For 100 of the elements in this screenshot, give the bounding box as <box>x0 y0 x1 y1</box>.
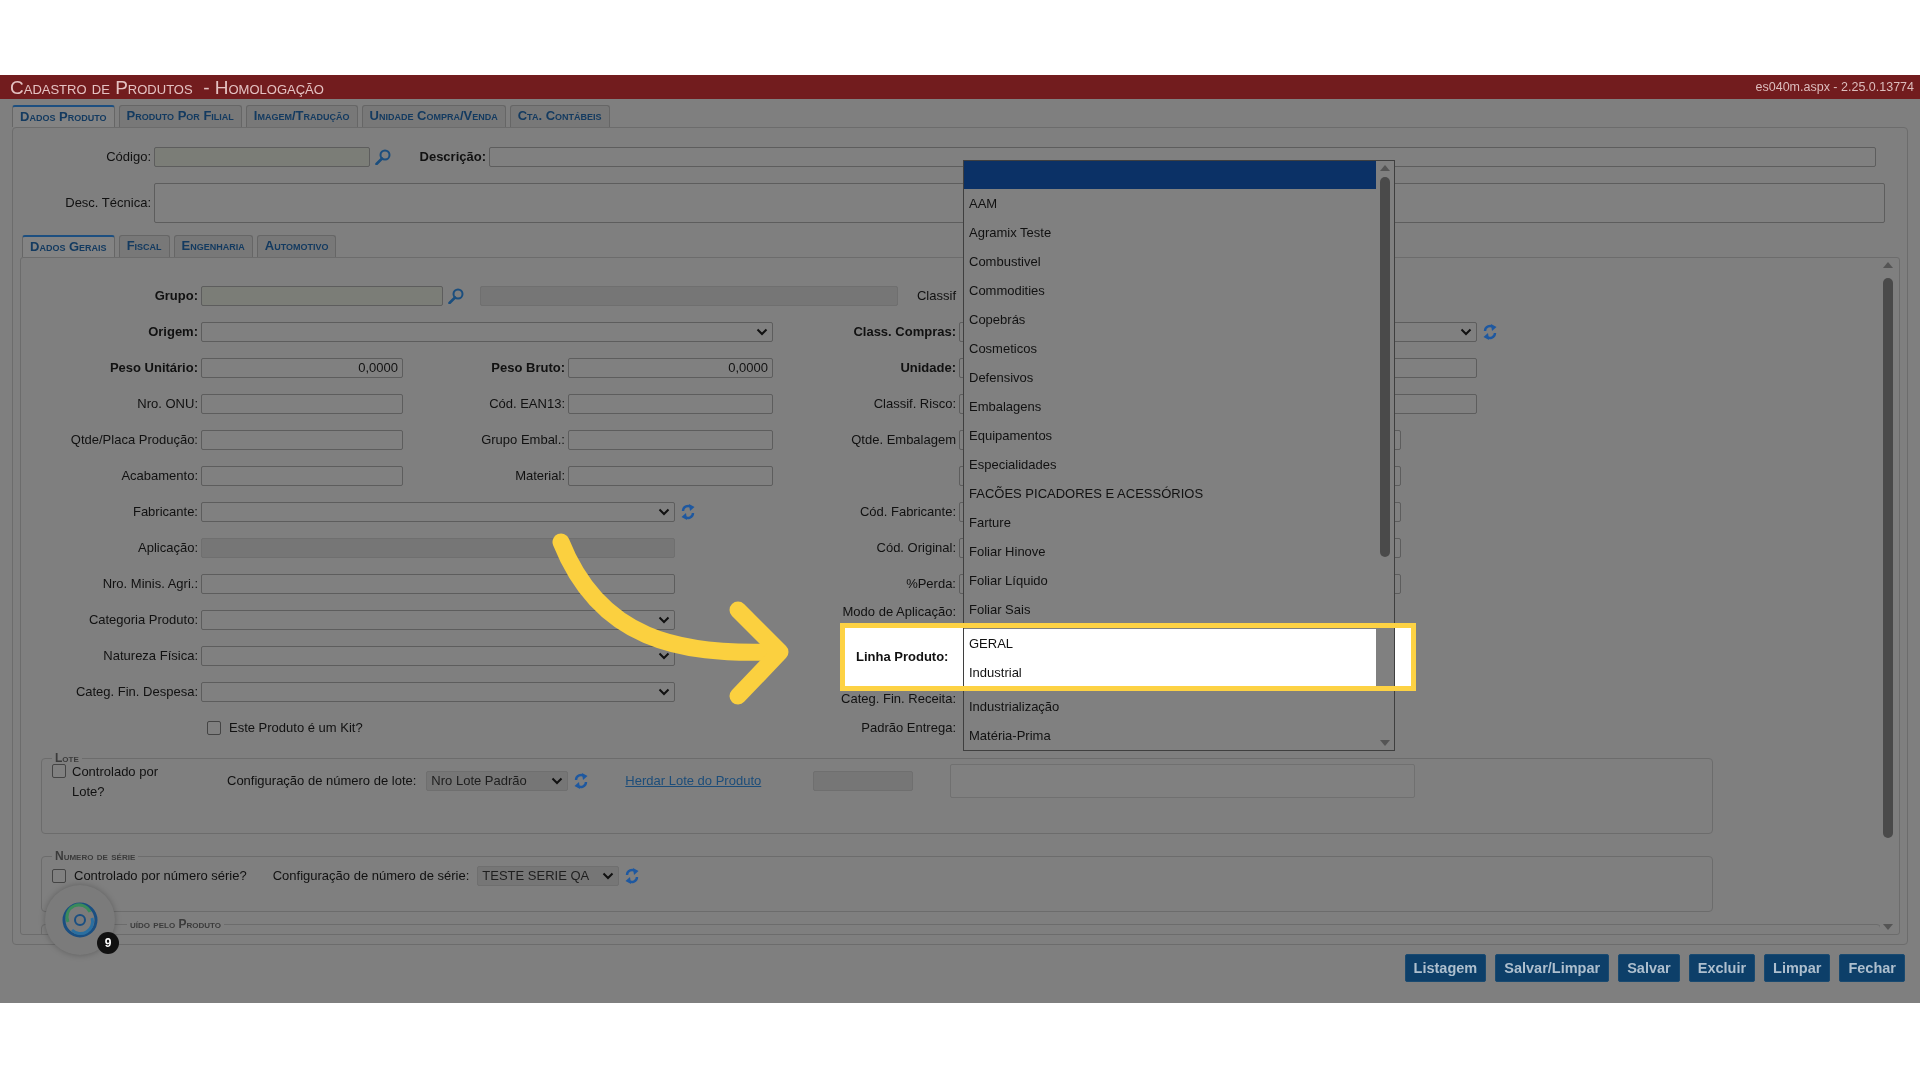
field-label: Class. Compras: <box>852 323 957 342</box>
dropdown-option[interactable]: GERAL <box>964 629 1376 658</box>
input-field[interactable] <box>201 394 403 414</box>
refresh-icon[interactable] <box>625 867 640 885</box>
checkbox[interactable] <box>52 869 66 883</box>
field-label: Categ. Fin. Despesa: <box>74 683 199 702</box>
select-field: Nro Lote Padrão <box>426 771 569 791</box>
action-button[interactable]: Listagem <box>1404 954 1487 982</box>
dropdown-option[interactable]: Industrial <box>964 658 1376 687</box>
dropdown-option[interactable]: Commodities <box>964 276 1376 305</box>
input-field[interactable] <box>201 574 675 594</box>
dropdown-option[interactable]: Foliar Sais <box>964 595 1376 624</box>
input-field[interactable]: 0,0000 <box>568 358 773 378</box>
section-title: Lote <box>54 752 80 764</box>
action-button[interactable]: Fechar <box>1839 954 1905 982</box>
chevron-icon <box>658 652 670 660</box>
tab[interactable]: Dados Gerais <box>22 235 115 257</box>
tab[interactable]: Engenharia <box>173 235 253 257</box>
input-field[interactable] <box>568 430 773 450</box>
refresh-icon[interactable] <box>574 772 589 790</box>
select-field[interactable] <box>201 646 675 666</box>
select-field: TESTE SERIE QA <box>477 866 620 886</box>
field-label: Nro. Minis. Agri.: <box>101 575 199 594</box>
field-label: Configuração de número de série: <box>272 867 470 886</box>
dropdown-option[interactable]: Copebrás <box>964 305 1376 334</box>
field-label: Peso Bruto: <box>490 359 566 378</box>
chevron-icon <box>551 777 564 785</box>
checkbox-label: Este Produto é um Kit? <box>229 719 363 738</box>
field-label: Natureza Física: <box>102 647 199 666</box>
input-field[interactable] <box>201 466 403 486</box>
select-field[interactable] <box>201 682 675 702</box>
field-label: Padrão Entrega: <box>860 719 957 738</box>
swirl-logo-icon <box>60 900 100 940</box>
input-field[interactable] <box>201 286 443 306</box>
action-button[interactable]: Limpar <box>1764 954 1831 982</box>
dropdown-option[interactable]: Cosmeticos <box>964 334 1376 363</box>
field-label: Classif. Risco: <box>872 395 957 414</box>
field-label: Origem: <box>147 323 199 342</box>
refresh-icon[interactable] <box>1483 323 1497 341</box>
field-label: Categ. Fin. Receita: <box>840 689 957 708</box>
dropdown-option[interactable]: Foliar Hinove <box>964 537 1376 566</box>
chevron-icon <box>658 508 670 516</box>
tab[interactable]: Fiscal <box>118 235 170 257</box>
input-field[interactable]: 0,0000 <box>201 358 403 378</box>
dropdown-option[interactable]: Combustivel <box>964 247 1376 276</box>
tab[interactable]: Produto Por Filial <box>118 105 242 127</box>
action-button[interactable]: Salvar/Limpar <box>1495 954 1610 982</box>
field-label: Grupo: <box>153 287 199 306</box>
dropdown-option[interactable]: FACÕES PICADORES E ACESSÓRIOS <box>964 479 1376 508</box>
action-button[interactable]: Salvar <box>1618 954 1680 982</box>
field-label: Desc. Técnica: <box>64 194 152 213</box>
checkbox[interactable] <box>52 764 66 778</box>
checkbox[interactable] <box>207 721 221 735</box>
field-label: Aplicação: <box>137 539 199 558</box>
section-title: uído pelo Produto <box>129 918 222 930</box>
action-button[interactable]: Excluir <box>1688 954 1756 982</box>
field-label: Descrição: <box>418 148 487 167</box>
dropdown-option[interactable]: Agramix Teste <box>964 218 1376 247</box>
search-icon[interactable] <box>448 288 464 304</box>
dropdown-option[interactable]: Industrialização <box>964 692 1376 721</box>
field-label: Qtde/Placa Produção: <box>69 431 199 450</box>
input-field[interactable] <box>489 147 1876 167</box>
tab[interactable]: Cta. Contábeis <box>509 105 610 127</box>
version-text: es040m.aspx - 2.25.0.13774 <box>1755 78 1914 96</box>
section-title: Numero de série <box>54 850 137 862</box>
chevron-icon <box>602 872 615 880</box>
tab[interactable]: Unidade Compra/Venda <box>361 105 506 127</box>
select-field[interactable] <box>201 502 675 522</box>
dropdown-option[interactable]: Embalagens <box>964 392 1376 421</box>
field-label: Modo de Aplicação: <box>841 603 957 621</box>
dropdown-option[interactable]: AAM <box>964 189 1376 218</box>
dropdown-option[interactable]: Especialidades <box>964 450 1376 479</box>
field-label: Cód. Original: <box>875 539 957 558</box>
input-field[interactable] <box>568 466 773 486</box>
checkbox-label: Controlado por número série? <box>74 867 247 886</box>
window-title: Cadastro de Produtos - Homologação <box>10 77 324 97</box>
input-field[interactable] <box>201 430 403 450</box>
dropdown-option[interactable]: Foliar Líquido <box>964 566 1376 595</box>
field-label: Cód. Fabricante: <box>858 503 957 522</box>
tab[interactable]: Automotivo <box>256 235 337 257</box>
dropdown-list[interactable] <box>963 160 1395 751</box>
dropdown-option[interactable]: Matéria-Prima <box>964 721 1376 750</box>
dropdown-option[interactable]: Equipamentos <box>964 421 1376 450</box>
input-field[interactable] <box>568 394 773 414</box>
select-field[interactable] <box>201 322 773 342</box>
field-label: Classif <box>916 287 957 306</box>
tab[interactable]: Dados Produto <box>12 105 115 127</box>
field-label: Cód. EAN13: <box>488 395 566 414</box>
field-label: %Perda: <box>905 575 957 594</box>
chevron-icon <box>1460 328 1472 336</box>
dropdown-option[interactable]: Farture <box>964 508 1376 537</box>
refresh-icon[interactable] <box>681 503 695 521</box>
search-icon[interactable] <box>375 149 391 165</box>
select-field[interactable] <box>201 610 675 630</box>
field-label: Grupo Embal.: <box>480 431 566 450</box>
field-label: Qtde. Embalagem <box>850 431 957 450</box>
chevron-icon <box>658 616 670 624</box>
dropdown-option[interactable]: Defensivos <box>964 363 1376 392</box>
tab[interactable]: Imagem/Tradução <box>245 105 358 127</box>
input-field[interactable] <box>154 147 370 167</box>
